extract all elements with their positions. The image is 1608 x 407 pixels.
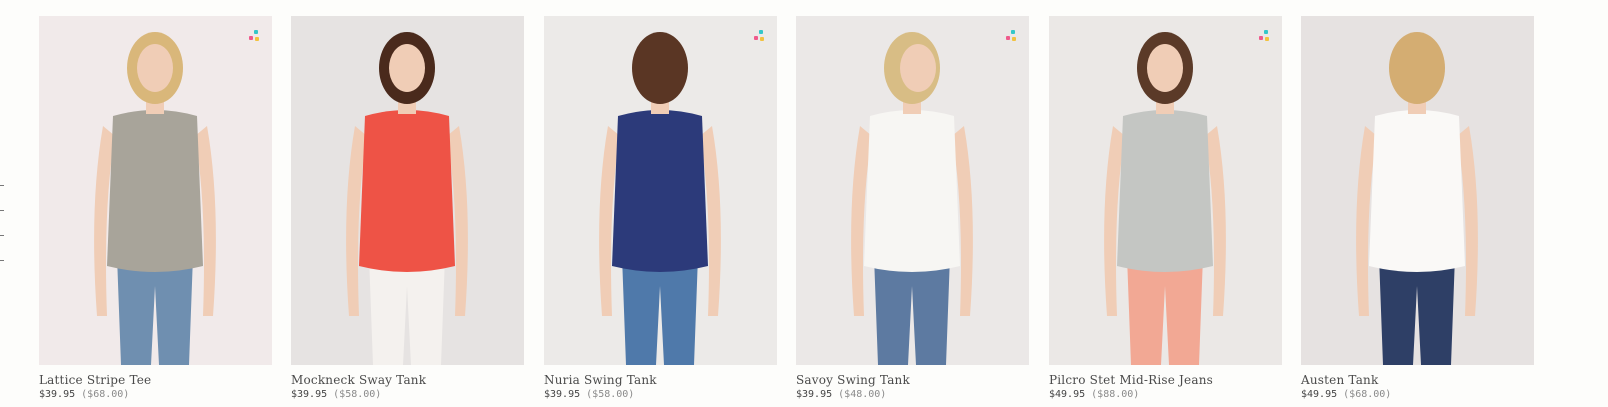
product-photo[interactable] [796,16,1029,365]
original-price: ($88.00) [1091,389,1140,400]
product-title[interactable]: Mockneck Sway Tank [291,373,426,387]
colors-available-icon[interactable] [249,30,260,41]
colors-available-icon[interactable] [1006,30,1017,41]
product-title[interactable]: Lattice Stripe Tee [39,373,151,387]
sale-price: $39.95 [291,389,328,400]
product-grid: Lattice Stripe Tee $39.95 ($68.00) Mockn… [39,16,1569,401]
original-price: ($48.00) [838,389,887,400]
product-card[interactable]: Mockneck Sway Tank $39.95 ($58.00) [291,16,524,401]
model-illustration [291,16,524,365]
model-illustration [544,16,777,365]
product-card[interactable]: Lattice Stripe Tee $39.95 ($68.00) [39,16,272,401]
product-title[interactable]: Pilcro Stet Mid-Rise Jeans [1049,373,1213,387]
top-garment [864,110,960,272]
top-garment [612,110,708,272]
product-card[interactable]: Pilcro Stet Mid-Rise Jeans $49.95 ($88.0… [1049,16,1282,401]
product-photo[interactable] [544,16,777,365]
original-price: ($68.00) [1343,389,1392,400]
product-title[interactable]: Savoy Swing Tank [796,373,910,387]
product-photo[interactable] [291,16,524,365]
sale-price: $39.95 [796,389,833,400]
model-illustration [1301,16,1534,365]
original-price: ($58.00) [333,389,382,400]
product-price: $49.95 ($68.00) [1301,389,1391,400]
product-price: $49.95 ($88.00) [1049,389,1139,400]
product-title[interactable]: Nuria Swing Tank [544,373,657,387]
top-garment [1117,110,1213,272]
product-title[interactable]: Austen Tank [1301,373,1378,387]
product-photo[interactable] [1049,16,1282,365]
top-garment [1369,110,1465,272]
top-garment [359,110,455,272]
original-price: ($58.00) [586,389,635,400]
model-illustration [796,16,1029,365]
sale-price: $39.95 [544,389,581,400]
product-price: $39.95 ($58.00) [544,389,634,400]
model-illustration [39,16,272,365]
product-price: $39.95 ($58.00) [291,389,381,400]
product-price: $39.95 ($68.00) [39,389,129,400]
page-edge-markers [0,185,6,285]
colors-available-icon[interactable] [754,30,765,41]
sale-price: $49.95 [1301,389,1338,400]
top-garment [107,110,203,272]
product-photo[interactable] [1301,16,1534,365]
product-card[interactable]: Savoy Swing Tank $39.95 ($48.00) [796,16,1029,401]
colors-available-icon[interactable] [1259,30,1270,41]
original-price: ($68.00) [81,389,130,400]
sale-price: $39.95 [39,389,76,400]
product-card[interactable]: Nuria Swing Tank $39.95 ($58.00) [544,16,777,401]
product-card[interactable]: Austen Tank $49.95 ($68.00) [1301,16,1534,401]
product-photo[interactable] [39,16,272,365]
model-illustration [1049,16,1282,365]
product-price: $39.95 ($48.00) [796,389,886,400]
sale-price: $49.95 [1049,389,1086,400]
